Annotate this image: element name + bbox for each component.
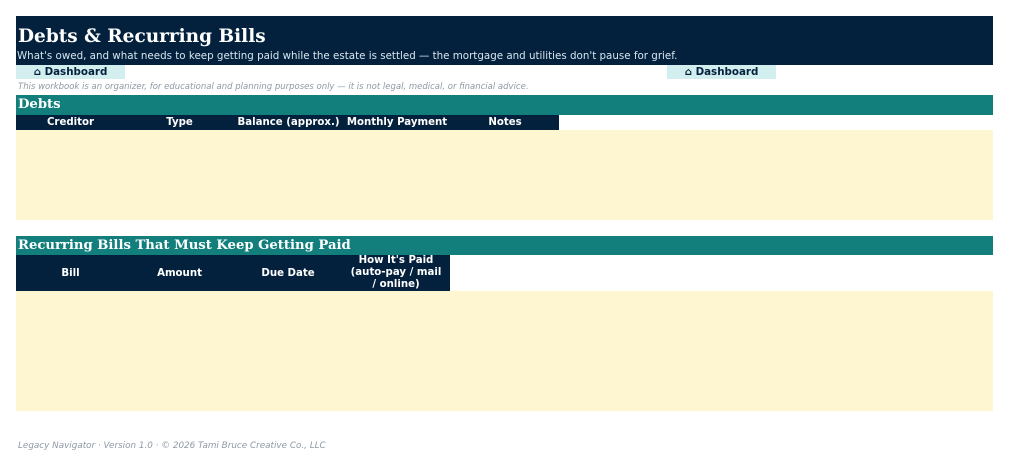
footer-credit: Legacy Navigator · Version 1.0 · © 2026 … [18,441,326,451]
bills-col-bill[interactable]: Bill [16,255,125,291]
debts-col-notes[interactable]: Notes [451,115,559,130]
dashboard-link-right[interactable]: ⌂ Dashboard [667,65,776,79]
bills-col-amount[interactable]: Amount [125,255,234,291]
worksheet: Debts & Recurring Bills What's owed, and… [16,16,993,411]
page-subtitle: What's owed, and what needs to keep gett… [17,50,678,62]
title-band: Debts & Recurring Bills What's owed, and… [16,16,993,65]
page-title: Debts & Recurring Bills [18,26,266,47]
bills-col-due-date[interactable]: Due Date [234,255,342,291]
bills-col-how-paid[interactable]: How It's Paid (auto-pay / mail / online) [342,255,450,291]
bills-section-header: Recurring Bills That Must Keep Getting P… [16,236,993,255]
debts-col-balance[interactable]: Balance (approx.) [234,115,343,130]
dashboard-link-left[interactable]: ⌂ Dashboard [16,65,125,79]
disclaimer-note: This workbook is an organizer, for educa… [18,82,529,92]
debts-section-header: Debts [16,95,993,115]
debts-entry-area[interactable] [16,130,993,220]
bills-entry-area[interactable] [16,291,993,411]
nav-row: ⌂ Dashboard ⌂ Dashboard [16,65,993,81]
debts-col-creditor[interactable]: Creditor [16,115,125,130]
debts-col-monthly-payment[interactable]: Monthly Payment [343,115,451,130]
bills-table-header: Bill Amount Due Date How It's Paid (auto… [16,255,450,291]
debts-col-type[interactable]: Type [125,115,234,130]
debts-table-header: Creditor Type Balance (approx.) Monthly … [16,115,559,130]
